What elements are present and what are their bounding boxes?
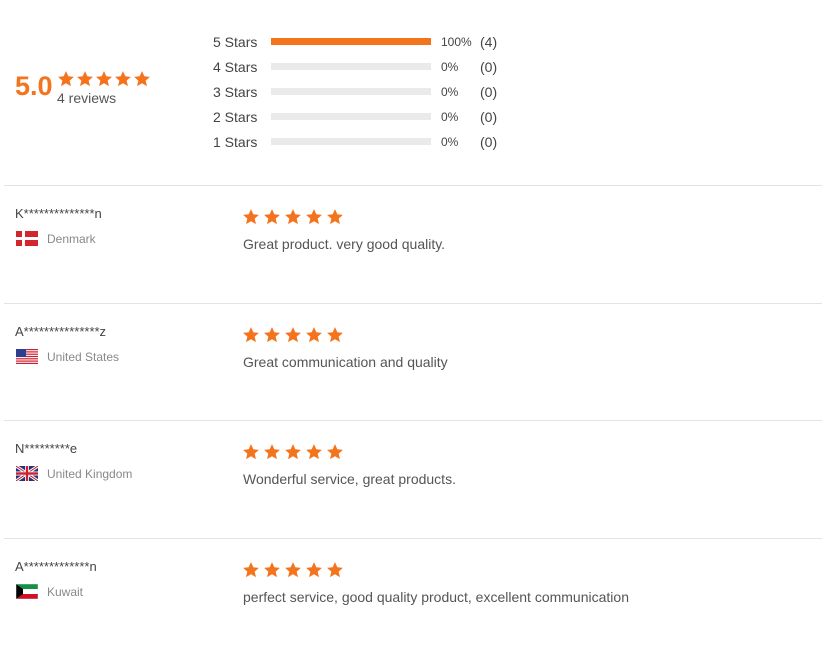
star-icon [243,444,259,460]
breakdown-row-4-stars[interactable]: 4 Stars 0% (0) [213,54,497,79]
rating-breakdown: 5 Stars 100% (4) 4 Stars 0% (0) 3 Stars … [213,29,497,154]
star-icon [264,444,280,460]
star-icon [243,562,259,578]
star-icon [306,209,322,225]
breakdown-count: (4) [480,33,498,50]
rating-summary: 5.0 4 reviews 5 Stars 100% (4) 4 Stars 0… [0,0,822,185]
review-text: Great product. very good quality. [243,236,446,252]
united-states-flag-icon [16,349,38,364]
star-icon [285,327,301,343]
review-stars [242,443,344,461]
breakdown-bar [271,138,431,145]
star-icon [285,562,301,578]
reviewer-name: A*************n [15,559,97,574]
review-item: A***************z United States Great co… [0,304,822,421]
star-icon [306,444,322,460]
breakdown-bar-fill [271,38,431,45]
star-icon [264,327,280,343]
review-item: K**************n Denmark Great product. … [0,186,822,303]
review-text: Great communication and quality [243,354,448,370]
star-icon [243,327,259,343]
denmark-flag-icon [16,231,38,246]
star-icon [58,71,74,87]
review-text: perfect service, good quality product, e… [243,589,629,605]
breakdown-row-2-stars[interactable]: 2 Stars 0% (0) [213,104,497,129]
star-icon [327,209,343,225]
country-name: United Kingdom [47,466,133,481]
star-icon [243,209,259,225]
breakdown-count: (0) [480,83,498,100]
star-icon [96,71,112,87]
review-text: Wonderful service, great products. [243,471,456,487]
breakdown-percent: 0% [441,59,459,74]
breakdown-label: 1 Stars [213,133,258,150]
breakdown-row-1-stars[interactable]: 1 Stars 0% (0) [213,129,497,154]
reviewer-country: Kuwait [16,584,83,599]
review-item: N*********e United Kingdom Wonderful ser… [0,421,822,538]
country-name: Kuwait [47,584,84,599]
star-icon [134,71,150,87]
breakdown-bar [271,63,431,70]
breakdown-row-5-stars[interactable]: 5 Stars 100% (4) [213,29,497,54]
star-icon [115,71,131,87]
reviewer-name: K**************n [15,206,102,221]
country-name: Denmark [47,231,96,246]
breakdown-percent: 0% [441,84,459,99]
star-icon [264,209,280,225]
breakdown-bar [271,88,431,95]
star-icon [285,209,301,225]
summary-stars [57,70,151,88]
review-stars [242,326,344,344]
breakdown-bar [271,38,431,45]
breakdown-count: (0) [480,133,498,150]
review-item: A*************n Kuwait perfect service, … [0,539,822,656]
star-icon [306,562,322,578]
star-icon [327,327,343,343]
breakdown-row-3-stars[interactable]: 3 Stars 0% (0) [213,79,497,104]
breakdown-percent: 0% [441,109,459,124]
reviewer-country: Denmark [16,231,96,246]
breakdown-percent: 0% [441,134,459,149]
star-icon [306,327,322,343]
breakdown-label: 4 Stars [213,58,258,75]
reviewer-name: N*********e [15,441,78,456]
average-score: 5.0 [15,71,53,101]
star-icon [285,444,301,460]
breakdown-count: (0) [480,108,498,125]
star-icon [327,444,343,460]
breakdown-bar [271,113,431,120]
breakdown-count: (0) [480,58,498,75]
reviewer-name: A***************z [15,324,107,339]
breakdown-label: 3 Stars [213,83,258,100]
star-icon [77,71,93,87]
review-stars [242,208,344,226]
reviewer-country: United Kingdom [16,466,132,481]
breakdown-percent: 100% [441,34,472,49]
kuwait-flag-icon [16,584,38,599]
country-name: United States [47,349,120,364]
review-count: 4 reviews [57,90,117,106]
united-kingdom-flag-icon [16,466,38,481]
star-icon [264,562,280,578]
reviewer-country: United States [16,349,119,364]
star-icon [327,562,343,578]
breakdown-label: 5 Stars [213,33,258,50]
breakdown-label: 2 Stars [213,108,258,125]
review-stars [242,561,344,579]
